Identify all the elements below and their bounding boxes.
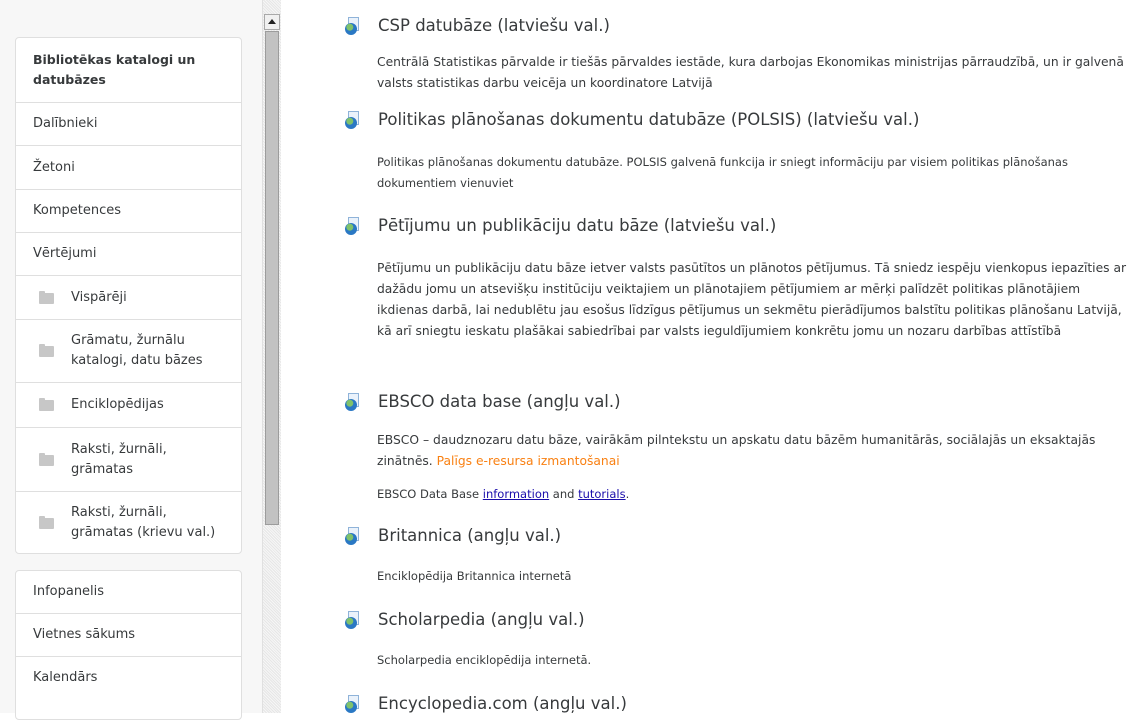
url-resource-icon: [345, 694, 361, 713]
nav-item-label: Dalībnieki: [33, 116, 98, 131]
resource-extra-info: EBSCO Data Base information and tutorial…: [377, 484, 1127, 505]
resource-title: CSP datubāze (latviešu val.): [378, 16, 610, 35]
folder-icon: [39, 344, 54, 357]
resource-title: Britannica (angļu val.): [378, 526, 562, 545]
information-link[interactable]: information: [483, 487, 549, 501]
nav-item-label: Bibliotēkas katalogi un datubāzes: [33, 52, 196, 87]
scroll-up-arrow-icon[interactable]: [264, 14, 280, 30]
nav-item-site-home[interactable]: Vietnes sākums: [16, 613, 241, 656]
nav-item-label: Žetoni: [33, 159, 75, 175]
sidebar-scrollbar[interactable]: [262, 0, 281, 713]
resource-description: Politikas plānošanas dokumentu datubāze.…: [377, 155, 1068, 190]
nav-item-section-articles[interactable]: Raksti, žurnāli, grāmatas: [16, 427, 241, 491]
nav-item-label: Infopanelis: [33, 584, 105, 599]
site-navigation-block: Infopanelis Vietnes sākums Kalendārs: [15, 570, 242, 720]
extra-info-mid: and: [549, 487, 579, 501]
folder-icon: [39, 515, 54, 529]
nav-item-label: Kompetences: [33, 203, 121, 218]
nav-item-label: Vispārēji: [71, 289, 127, 305]
tutorials-link[interactable]: tutorials: [578, 487, 626, 501]
resource-title: Politikas plānošanas dokumentu datubāze …: [378, 110, 920, 129]
resource-description: Enciklopēdija Britannica internetā: [377, 569, 572, 583]
nav-item-dashboard[interactable]: Infopanelis: [16, 571, 241, 613]
resource-description: Pētījumu un publikāciju datu bāze ietver…: [377, 261, 1127, 338]
nav-item-grades[interactable]: Vērtējumi: [16, 232, 241, 275]
url-resource-icon: [345, 526, 361, 545]
nav-item-competencies[interactable]: Kompetences: [16, 189, 241, 232]
resource-link-csp[interactable]: CSP datubāze (latviešu val.): [345, 16, 610, 35]
resource-description: Centrālā Statistikas pārvalde ir tiešās …: [377, 55, 1124, 90]
nav-item-label: Raksti, žurnāli, grāmatas (krievu val.): [71, 504, 216, 540]
url-resource-icon: [345, 392, 361, 411]
resource-link-encyclopedia-com[interactable]: Encyclopedia.com (angļu val.): [345, 694, 627, 713]
folder-icon: [39, 398, 54, 411]
resource-title: Encyclopedia.com (angļu val.): [378, 694, 627, 713]
resource-link-research-database[interactable]: Pētījumu un publikāciju datu bāze (latvi…: [345, 216, 776, 235]
resource-title: Scholarpedia (angļu val.): [378, 610, 585, 629]
nav-item-label: Grāmatu, žurnālu katalogi, datu bāzes: [71, 333, 203, 368]
nav-item-section-articles-russian[interactable]: Raksti, žurnāli, grāmatas (krievu val.): [16, 491, 241, 553]
nav-item-label: Enciklopēdijas: [71, 397, 164, 412]
resource-link-ebsco[interactable]: EBSCO data base (angļu val.): [345, 392, 621, 411]
course-content: CSP datubāze (latviešu val.) Centrālā St…: [282, 0, 1134, 713]
nav-item-label: Kalendārs: [33, 670, 98, 685]
resource-link-scholarpedia[interactable]: Scholarpedia (angļu val.): [345, 610, 585, 629]
url-resource-icon: [345, 110, 361, 129]
extra-info-suffix: .: [625, 487, 630, 501]
folder-icon: [39, 452, 54, 466]
nav-item-participants[interactable]: Dalībnieki: [16, 102, 241, 145]
nav-item-label: Vietnes sākums: [33, 627, 136, 642]
url-resource-icon: [345, 216, 361, 235]
resource-link-britannica[interactable]: Britannica (angļu val.): [345, 526, 561, 545]
url-resource-icon: [345, 610, 361, 629]
resource-title: Pētījumu un publikāciju datu bāze (latvi…: [378, 216, 777, 235]
course-navigation-block: Bibliotēkas katalogi un datubāzes Dalībn…: [15, 37, 242, 554]
nav-item-section-general[interactable]: Vispārēji: [16, 275, 241, 319]
nav-item-label: Vērtējumi: [33, 246, 97, 261]
resource-description: EBSCO – daudznozaru datu bāze, vairākām …: [377, 430, 1127, 472]
help-link[interactable]: Palīgs e-resursa izmantošanai: [437, 454, 620, 468]
resource-title: EBSCO data base (angļu val.): [378, 392, 621, 411]
folder-icon: [39, 290, 54, 304]
sidebar: Bibliotēkas katalogi un datubāzes Dalībn…: [0, 0, 262, 720]
nav-item-calendar[interactable]: Kalendārs: [16, 656, 241, 699]
extra-info-prefix: EBSCO Data Base: [377, 487, 483, 501]
nav-item-course-title[interactable]: Bibliotēkas katalogi un datubāzes: [16, 38, 241, 102]
url-resource-icon: [345, 16, 361, 35]
nav-item-label: Raksti, žurnāli, grāmatas: [71, 441, 167, 477]
nav-item-section-catalogs[interactable]: Grāmatu, žurnālu katalogi, datu bāzes: [16, 319, 241, 382]
scroll-thumb[interactable]: [265, 31, 279, 525]
nav-item-badges[interactable]: Žetoni: [16, 145, 241, 189]
resource-link-polsis[interactable]: Politikas plānošanas dokumentu datubāze …: [345, 110, 919, 129]
resource-description: Scholarpedia enciklopēdija internetā.: [377, 653, 592, 667]
nav-item-section-encyclopedias[interactable]: Enciklopēdijas: [16, 382, 241, 427]
